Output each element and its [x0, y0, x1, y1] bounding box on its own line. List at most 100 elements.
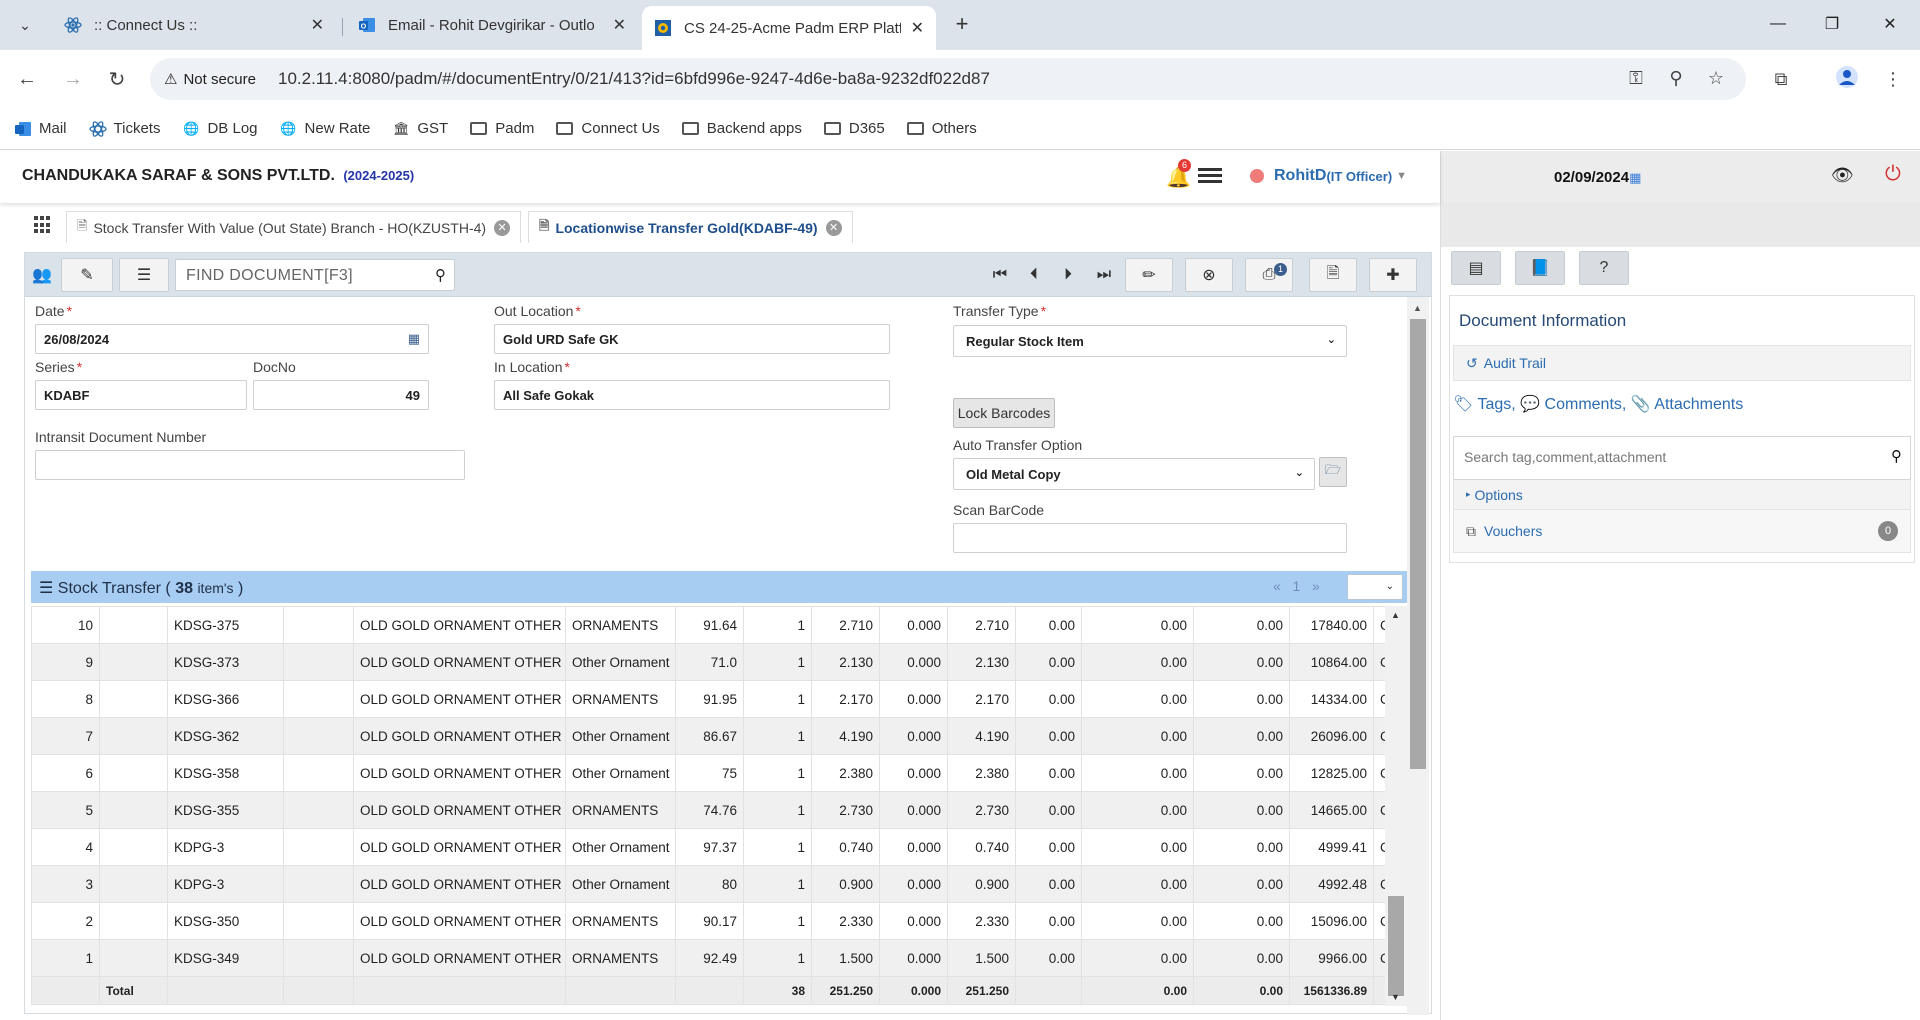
reload-button[interactable]: ↻ — [102, 64, 132, 94]
bookmark-folder-padm[interactable]: Padm — [470, 120, 534, 137]
table-cell[interactable]: 0.00 — [1015, 717, 1082, 755]
close-icon[interactable]: ✕ — [911, 18, 924, 38]
table-cell[interactable]: KDSG-362 — [167, 717, 284, 755]
series-field[interactable]: KDABF — [35, 380, 247, 410]
table-cell[interactable]: 9966.00 — [1289, 939, 1374, 977]
panel-help-button[interactable]: ? — [1579, 251, 1629, 285]
table-cell[interactable]: C — [1373, 680, 1385, 718]
table-cell[interactable]: 0.00 — [1015, 791, 1082, 829]
table-cell[interactable] — [99, 754, 168, 792]
bookmark-tickets[interactable]: Tickets — [88, 120, 160, 138]
table-cell[interactable]: 0.00 — [1193, 791, 1290, 829]
table-cell[interactable]: 1 — [743, 828, 812, 866]
date-field[interactable]: 26/08/2024 ▦ — [35, 324, 429, 354]
current-date[interactable]: 02/09/2024▦ — [1554, 169, 1641, 186]
table-cell[interactable]: ORNAMENTS — [565, 902, 676, 940]
table-cell[interactable]: C — [1373, 717, 1385, 755]
table-row[interactable]: 2 KDSG-350 OLD GOLD ORNAMENT OTHER ORNAMENT… — [31, 902, 1385, 940]
page-size-select[interactable]: ⌄ — [1347, 574, 1403, 600]
scroll-up-icon[interactable]: ▲ — [1413, 303, 1422, 313]
scrollbar-thumb[interactable] — [1388, 896, 1404, 996]
table-cell[interactable]: 0.00 — [1081, 717, 1194, 755]
table-cell[interactable]: 0.740 — [811, 828, 880, 866]
scrollbar-thumb[interactable] — [1410, 319, 1426, 769]
table-cell[interactable]: 0.00 — [1081, 754, 1194, 792]
prev-record-button[interactable]: ⏴ — [1019, 258, 1049, 292]
table-cell[interactable]: Other Ornament — [565, 754, 676, 792]
doc-tab-stock-transfer[interactable]: 🗎 Stock Transfer With Value (Out State) … — [66, 211, 522, 243]
forward-button[interactable]: → — [58, 64, 88, 94]
tab-search-dropdown[interactable]: ⌄ — [10, 12, 40, 38]
tags-link[interactable]: Tags, — [1477, 396, 1515, 413]
table-cell[interactable]: 1 — [743, 680, 812, 718]
table-cell[interactable]: 1 — [743, 754, 812, 792]
table-cell[interactable] — [99, 606, 168, 644]
table-cell[interactable]: OLD GOLD ORNAMENT OTHER — [353, 680, 566, 718]
table-cell[interactable]: 0.00 — [1193, 680, 1290, 718]
table-cell[interactable]: 4992.48 — [1289, 865, 1374, 903]
table-cell[interactable]: 0.00 — [1015, 939, 1082, 977]
table-cell[interactable]: 4.190 — [947, 717, 1016, 755]
table-cell[interactable]: 10 — [31, 606, 100, 644]
table-cell[interactable] — [99, 902, 168, 940]
table-cell[interactable]: C — [1373, 939, 1385, 977]
table-cell[interactable]: 91.95 — [675, 680, 744, 718]
bookmark-new-rate[interactable]: 🌐 New Rate — [280, 120, 370, 138]
table-cell[interactable] — [283, 865, 354, 903]
bookmark-folder-backend-apps[interactable]: Backend apps — [681, 120, 802, 137]
table-cell[interactable]: 17840.00 — [1289, 606, 1374, 644]
table-cell[interactable]: 2.710 — [811, 606, 880, 644]
edit-button[interactable]: ✎ — [61, 258, 113, 292]
table-cell[interactable]: 0.740 — [947, 828, 1016, 866]
table-cell[interactable]: 2.380 — [947, 754, 1016, 792]
table-row[interactable]: 6 KDSG-358 OLD GOLD ORNAMENT OTHER Other Or… — [31, 754, 1385, 792]
table-cell[interactable]: OLD GOLD ORNAMENT OTHER — [353, 902, 566, 940]
table-cell[interactable] — [99, 680, 168, 718]
table-cell[interactable]: 97.37 — [675, 828, 744, 866]
zoom-icon[interactable]: ⚲ — [1664, 68, 1688, 89]
table-cell[interactable]: 3 — [31, 865, 100, 903]
list-view-button[interactable]: ☰ — [119, 258, 169, 292]
panel-book-button[interactable]: 📘 — [1515, 251, 1565, 285]
table-cell[interactable]: 0.000 — [879, 643, 948, 681]
table-cell[interactable]: 14665.00 — [1289, 791, 1374, 829]
table-cell[interactable]: 8 — [31, 680, 100, 718]
table-cell[interactable] — [99, 791, 168, 829]
calendar-icon[interactable]: ▦ — [408, 331, 420, 347]
table-cell[interactable] — [283, 828, 354, 866]
bookmark-db-log[interactable]: 🌐 DB Log — [182, 120, 257, 138]
table-cell[interactable]: 90.17 — [675, 902, 744, 940]
table-cell[interactable]: 2.710 — [947, 606, 1016, 644]
in-location-field[interactable]: All Safe Gokak — [494, 380, 890, 410]
table-cell[interactable]: 0.00 — [1081, 643, 1194, 681]
find-document-box[interactable]: FIND DOCUMENT[F3] ⚲ — [175, 259, 455, 291]
table-cell[interactable]: 1 — [743, 902, 812, 940]
table-cell[interactable]: C — [1373, 828, 1385, 866]
form-scrollbar[interactable]: ▲ — [1407, 297, 1429, 1015]
table-cell[interactable]: C — [1373, 606, 1385, 644]
table-row[interactable]: 3 KDPG-3 OLD GOLD ORNAMENT OTHER Other Orna… — [31, 865, 1385, 903]
close-icon[interactable]: ✕ — [825, 219, 842, 236]
table-cell[interactable]: KDSG-355 — [167, 791, 284, 829]
table-cell[interactable]: 4.190 — [811, 717, 880, 755]
vouchers-row[interactable]: ⧉ Vouchers 0 — [1453, 509, 1911, 553]
attachments-link[interactable]: Attachments — [1654, 396, 1743, 413]
table-cell[interactable]: C — [1373, 902, 1385, 940]
table-cell[interactable]: KDPG-3 — [167, 865, 284, 903]
notifications-button[interactable]: 🔔 6 — [1166, 159, 1192, 190]
table-cell[interactable] — [99, 828, 168, 866]
table-cell[interactable]: 0.000 — [879, 791, 948, 829]
table-cell[interactable] — [283, 680, 354, 718]
table-cell[interactable] — [283, 643, 354, 681]
bookmark-gst[interactable]: 🏛 GST — [392, 120, 448, 138]
table-cell[interactable]: 2.170 — [811, 680, 880, 718]
table-cell[interactable]: 4 — [31, 828, 100, 866]
table-row[interactable]: 4 KDPG-3 OLD GOLD ORNAMENT OTHER Other Orna… — [31, 828, 1385, 866]
cancel-document-button[interactable]: ⊗ — [1185, 258, 1233, 292]
table-cell[interactable]: ORNAMENTS — [565, 680, 676, 718]
table-cell[interactable]: OLD GOLD ORNAMENT OTHER — [353, 606, 566, 644]
table-cell[interactable]: C — [1373, 865, 1385, 903]
table-cell[interactable] — [283, 902, 354, 940]
table-cell[interactable]: 14334.00 — [1289, 680, 1374, 718]
eye-slash-icon[interactable]: 👁 — [1831, 165, 1854, 186]
